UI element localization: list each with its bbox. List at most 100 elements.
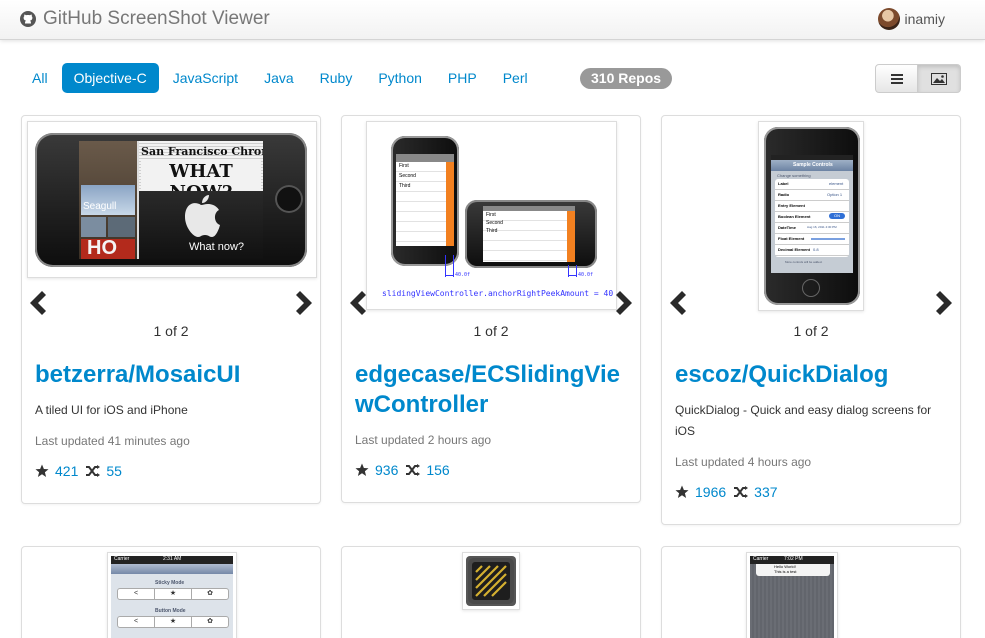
screenshot-thumbnail[interactable]: Carrier 2:31 AM Sticky Mode < ★ ✿ Button… — [107, 552, 237, 638]
app-title: GitHub ScreenShot Viewer — [43, 8, 270, 29]
chevron-left-icon[interactable] — [666, 289, 690, 317]
language-filter-nav: All Objective-C JavaScript Java Ruby Pyt… — [22, 63, 542, 93]
repo-name: QuickDialog — [748, 361, 889, 388]
username: inamiy — [904, 11, 945, 27]
hud-line: This is a test — [774, 569, 797, 574]
form-row-label: DateTime — [778, 225, 796, 230]
forks-count[interactable]: 156 — [426, 462, 449, 478]
image-view-button[interactable] — [918, 64, 961, 93]
form-row-label: Label — [778, 181, 789, 186]
last-updated: Last updated 41 minutes ago — [35, 434, 190, 448]
repo-title-link[interactable]: escoz/QuickDialog — [675, 360, 951, 390]
dimension-label: 40.0f — [455, 272, 471, 278]
status-time: 2:31 AM — [163, 556, 182, 562]
chevron-left-icon[interactable] — [26, 289, 50, 317]
chevron-right-icon[interactable] — [932, 289, 956, 317]
stars-count[interactable]: 421 — [55, 463, 78, 479]
repo-count-badge: 310 Repos — [580, 68, 673, 89]
list-row: Third — [486, 228, 498, 234]
repo-card — [341, 546, 641, 638]
repo-stats: 421 55 — [35, 463, 130, 479]
newspaper-title: San Francisco Chronicle — [141, 145, 263, 158]
screenshot-thumbnail[interactable]: Sample Controls Change something Label e… — [758, 121, 864, 311]
forks-count[interactable]: 55 — [106, 463, 122, 479]
repo-description: QuickDialog - Quick and easy dialog scre… — [675, 403, 932, 438]
user-menu[interactable]: inamiy — [877, 8, 945, 30]
forks-count[interactable]: 337 — [754, 484, 777, 500]
top-navbar: GitHub ScreenShot Viewer inamiy — [0, 0, 985, 40]
stars-count[interactable]: 936 — [375, 462, 398, 478]
list-row: Second — [399, 173, 416, 179]
fork-shuffle-icon — [86, 465, 101, 477]
list-row: Second — [486, 220, 503, 226]
filter-javascript[interactable]: JavaScript — [161, 63, 250, 93]
repo-owner: betzerra — [35, 361, 129, 388]
filter-ruby[interactable]: Ruby — [308, 63, 365, 93]
status-carrier: Carrier — [114, 556, 130, 562]
mode-label: Button Mode — [155, 608, 186, 614]
screenshot-pager: 1 of 2 — [793, 323, 829, 339]
nav-title: Sample Controls — [793, 162, 833, 168]
repo-owner: escoz — [675, 361, 742, 388]
code-caption: slidingViewController.anchorRightPeekAmo… — [382, 289, 613, 298]
brand[interactable]: GitHub ScreenShot Viewer — [20, 8, 270, 30]
form-row-label: Entry Element — [778, 203, 805, 208]
filter-php[interactable]: PHP — [436, 63, 489, 93]
avatar — [877, 8, 900, 30]
repo-card: Carrier 2:31 AM Sticky Mode < ★ ✿ Button… — [21, 546, 321, 638]
screenshot-thumbnail[interactable] — [462, 552, 520, 610]
fork-shuffle-icon — [734, 486, 749, 498]
image-icon — [931, 72, 947, 85]
filter-perl[interactable]: Perl — [491, 63, 540, 93]
form-row-label: Radio — [778, 192, 790, 197]
chevron-right-icon[interactable] — [612, 289, 636, 317]
screenshot-thumbnail[interactable]: Carrier 7:02 PM Hello World! This is a t… — [746, 552, 838, 638]
list-row: First — [399, 163, 409, 169]
tile-label: What now? — [189, 241, 245, 253]
list-row: First — [486, 212, 496, 218]
list-row: Third — [399, 183, 411, 189]
chevron-right-icon[interactable] — [292, 289, 316, 317]
star-icon — [355, 463, 369, 476]
repo-card: Sample Controls Change something Label e… — [661, 115, 961, 525]
chevron-left-icon[interactable] — [346, 289, 370, 317]
repo-card: Seagull HO San Francisco Chronicle WHAT … — [21, 115, 321, 504]
last-updated: Last updated 4 hours ago — [675, 455, 812, 469]
stars-count[interactable]: 1966 — [695, 484, 726, 500]
section-footer: More controls will be added. — [785, 260, 823, 264]
list-icon — [890, 73, 903, 84]
repo-description: A tiled UI for iOS and iPhone — [35, 403, 188, 417]
screenshot-thumbnail[interactable]: First Second Third First Second Third 40… — [366, 121, 617, 310]
status-carrier: Carrier — [753, 556, 769, 562]
form-row-label: Float Element — [778, 236, 805, 241]
form-row-label: Decimal Element — [778, 247, 811, 252]
form-row-label: Boolean Element — [778, 214, 811, 219]
view-mode-toggle — [875, 64, 961, 93]
repo-card: First Second Third First Second Third 40… — [341, 115, 641, 503]
app-icon — [468, 558, 514, 604]
star-icon — [675, 485, 689, 498]
form-row-value: Option 1 — [827, 192, 843, 197]
repo-title-link[interactable]: edgecase/ECSlidingViewController — [355, 360, 631, 420]
github-octocat-icon — [20, 11, 36, 27]
section-header: Change something — [777, 173, 811, 178]
mode-label: Sticky Mode — [155, 580, 185, 586]
status-time: 7:02 PM — [784, 556, 803, 562]
iphone-landscape: First Second Third — [465, 200, 597, 268]
repo-owner: edgecase — [355, 361, 465, 388]
tile-label: Seagull — [83, 201, 117, 212]
iphone-landscape: Seagull HO San Francisco Chronicle WHAT … — [35, 133, 307, 267]
screenshot-thumbnail[interactable]: Seagull HO San Francisco Chronicle WHAT … — [27, 121, 317, 278]
repo-card: Carrier 7:02 PM Hello World! This is a t… — [661, 546, 961, 638]
repo-title-link[interactable]: betzerra/MosaicUI — [35, 360, 311, 390]
filter-all[interactable]: All — [22, 63, 60, 93]
filter-objective-c[interactable]: Objective-C — [61, 63, 159, 93]
star-icon — [35, 464, 49, 477]
filter-java[interactable]: Java — [252, 63, 306, 93]
filter-python[interactable]: Python — [366, 63, 434, 93]
repo-name: MosaicUI — [135, 361, 241, 388]
repo-stats: 1966 337 — [675, 484, 786, 500]
list-view-button[interactable] — [875, 64, 918, 93]
dimension-label: 40.0f — [578, 272, 594, 278]
last-updated: Last updated 2 hours ago — [355, 433, 492, 447]
